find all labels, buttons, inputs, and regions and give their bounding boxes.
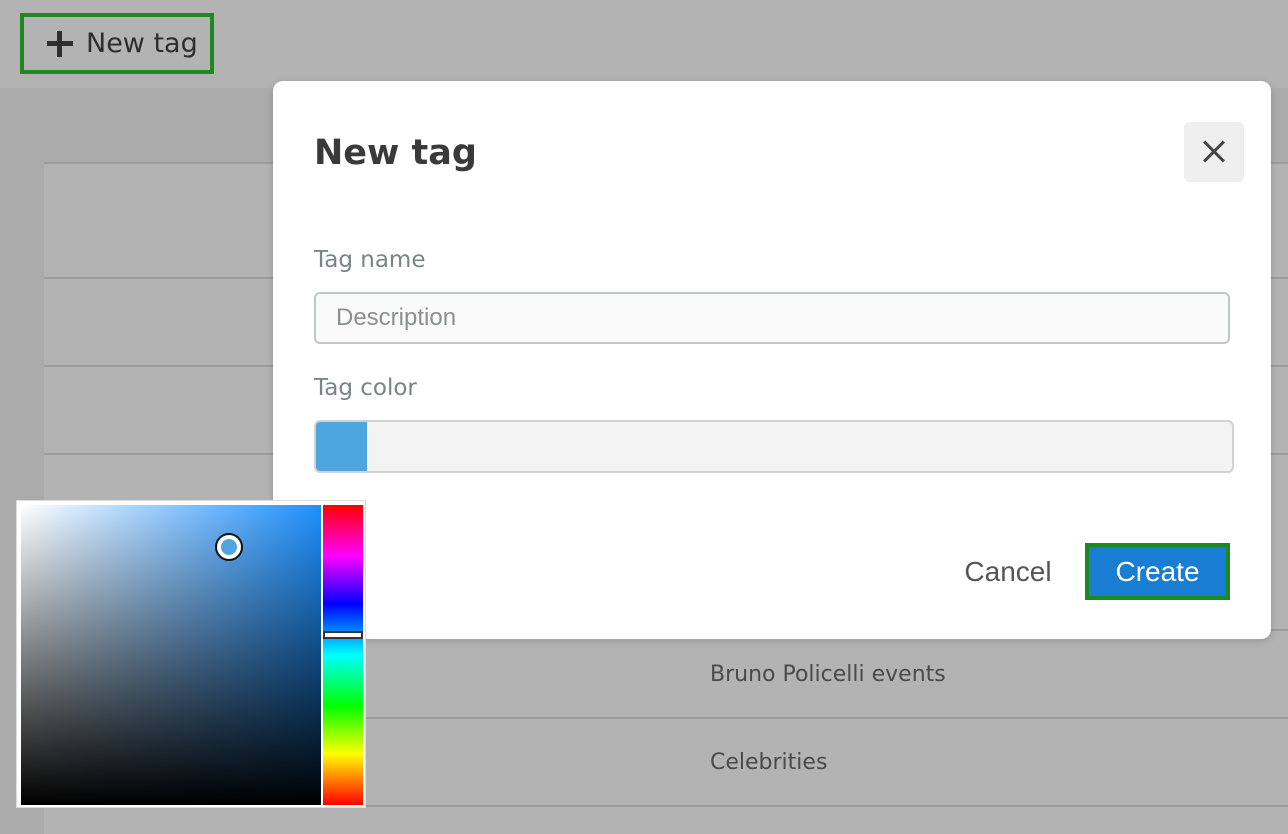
new-tag-dialog: New tag Tag name Tag color Cancel Create (273, 81, 1271, 639)
hue-handle[interactable] (323, 631, 363, 639)
table-row (44, 805, 1288, 834)
tag-name-label: Tag name (314, 247, 426, 273)
tag-name-input[interactable] (314, 292, 1230, 344)
close-button[interactable] (1184, 122, 1244, 182)
hue-slider[interactable] (323, 505, 363, 805)
page: New tag ID 10 31 43 Bruno Policelli even… (0, 0, 1288, 834)
color-swatch[interactable] (316, 422, 367, 471)
new-tag-button-label: New tag (86, 28, 198, 59)
tag-color-label: Tag color (314, 375, 417, 401)
new-tag-button[interactable]: New tag (20, 13, 214, 74)
top-toolbar: New tag (0, 0, 1288, 88)
create-button[interactable]: Create (1085, 543, 1230, 600)
dialog-title: New tag (314, 133, 477, 173)
plus-icon (46, 30, 74, 58)
saturation-value-area[interactable] (21, 505, 321, 805)
close-icon (1184, 122, 1244, 182)
tag-color-field[interactable] (314, 420, 1234, 473)
saturation-value-handle[interactable] (215, 533, 243, 561)
color-picker (16, 500, 366, 808)
selected-color-dot (221, 539, 237, 555)
cancel-button[interactable]: Cancel (953, 550, 1063, 594)
row-name: Bruno Policelli events (710, 662, 946, 687)
row-name: Celebrities (710, 750, 828, 775)
